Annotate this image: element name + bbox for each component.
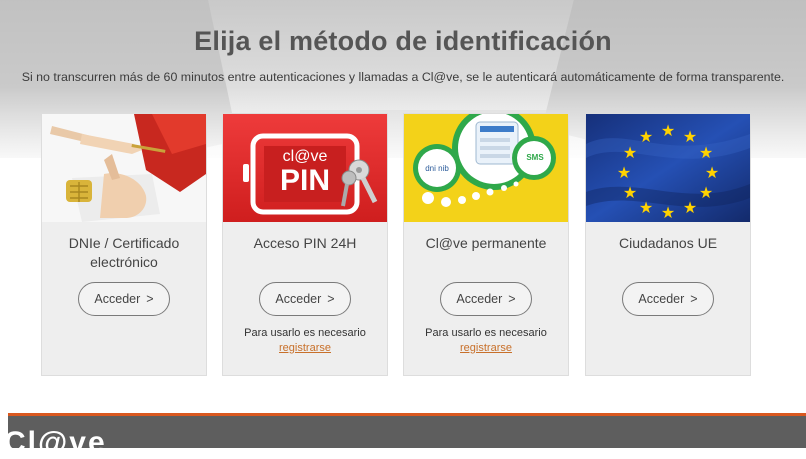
svg-text:★: ★	[699, 183, 713, 202]
svg-text:★: ★	[639, 198, 653, 217]
method-card-permanente: SMS dni nib Cl@ve permanente Acceder > P…	[403, 113, 569, 376]
card-title: Cl@ve permanente	[425, 235, 547, 251]
svg-text:★: ★	[683, 198, 697, 217]
svg-text:★: ★	[699, 143, 713, 162]
chevron-right-icon: >	[508, 292, 516, 306]
acceder-button-permanente[interactable]: Acceder >	[440, 282, 532, 316]
dni-label: dni nib	[425, 164, 449, 173]
method-card-pin: cl@ve PIN Acceso PIN 24H Acceder > Para …	[222, 113, 388, 376]
svg-text:★: ★	[705, 163, 719, 182]
acceder-button-eu[interactable]: Acceder >	[622, 282, 714, 316]
button-label: Acceder	[638, 292, 685, 306]
card-title: DNIe / Certificado electrónico	[68, 235, 180, 270]
registration-note: Para usarlo es necesario	[244, 327, 366, 339]
button-label: Acceder	[94, 292, 141, 306]
button-label: Acceder	[275, 292, 322, 306]
registrarse-link-pin[interactable]: registrarse	[223, 342, 387, 354]
svg-text:★: ★	[639, 127, 653, 146]
page-title: Elija el método de identificación	[194, 26, 612, 56]
chevron-right-icon: >	[690, 292, 698, 306]
svg-text:★: ★	[623, 143, 637, 162]
svg-text:★: ★	[661, 121, 675, 140]
chevron-right-icon: >	[327, 292, 335, 306]
clave-permanente-image: SMS dni nib	[404, 114, 568, 222]
acceder-button-dnie[interactable]: Acceder >	[78, 282, 170, 316]
footer: Cl@ve	[4, 416, 806, 458]
card-title: Ciudadanos UE	[618, 235, 718, 251]
clave-logo: Cl@ve	[4, 426, 107, 459]
registration-note: Para usarlo es necesario	[425, 327, 547, 339]
pin-image-line2: PIN	[279, 164, 330, 197]
svg-text:★: ★	[617, 163, 631, 182]
method-card-dnie: DNIe / Certificado electrónico Acceder >	[41, 113, 207, 376]
card-title: Acceso PIN 24H	[253, 235, 357, 251]
dnie-card-image	[42, 114, 206, 222]
method-card-eu: ★ ★ ★ ★ ★ ★ ★ ★ ★ ★ ★ ★ Ciudadanos UE Ac…	[585, 113, 751, 376]
acceder-button-pin[interactable]: Acceder >	[259, 282, 351, 316]
sms-label: SMS	[526, 153, 544, 162]
registrarse-link-permanente[interactable]: registrarse	[404, 342, 568, 354]
svg-text:★: ★	[683, 127, 697, 146]
button-label: Acceder	[456, 292, 503, 306]
clave-pin-image: cl@ve PIN	[223, 114, 387, 222]
svg-text:★: ★	[623, 183, 637, 202]
eu-flag-image: ★ ★ ★ ★ ★ ★ ★ ★ ★ ★ ★ ★	[586, 114, 750, 222]
svg-text:★: ★	[661, 203, 675, 222]
chevron-right-icon: >	[146, 292, 154, 306]
page-subtitle: Si no transcurren más de 60 minutos entr…	[21, 70, 785, 84]
